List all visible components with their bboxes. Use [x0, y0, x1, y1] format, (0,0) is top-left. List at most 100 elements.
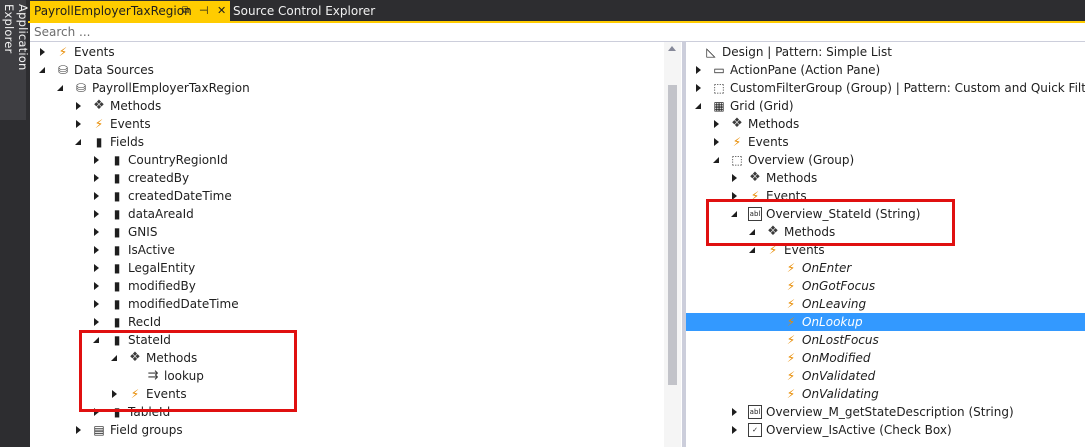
window-position-icon[interactable]: ⧉ [182, 1, 189, 21]
field-icon: ▮ [113, 243, 121, 257]
tree-node-label: IsActive [128, 243, 175, 257]
event-handler-icon: ⚡ [786, 297, 796, 311]
tree-node-label: modifiedBy [128, 279, 196, 293]
expand-arrow-icon[interactable] [92, 313, 102, 331]
events-icon: ⚡ [58, 45, 68, 59]
tab-payroll-employer-tax-region[interactable]: PayrollEmployerTaxRegion ⧉ ⊣ ✕ [30, 1, 230, 21]
tree-node-label: OnValidated [802, 369, 876, 383]
field-icon: ▮ [113, 333, 121, 347]
tree-node-label: ActionPane (Action Pane) [730, 63, 881, 77]
field-icon: ▮ [113, 225, 121, 239]
field-icon: ▮ [113, 189, 121, 203]
tree-node-label: Methods [784, 225, 836, 239]
tree-node-label: createdDateTime [128, 189, 232, 203]
expand-arrow-icon[interactable] [92, 151, 102, 169]
tree-node-label: Events [784, 243, 825, 257]
expand-arrow-icon[interactable] [92, 259, 102, 277]
tree-node-label: GNIS [128, 225, 158, 239]
expand-arrow-icon[interactable] [74, 97, 84, 115]
expand-arrow-icon[interactable] [712, 115, 722, 133]
tree-node-label: OnLeaving [802, 297, 867, 311]
collapse-arrow-icon[interactable] [110, 349, 120, 367]
checkbox-control-icon: ✓ [748, 423, 762, 437]
expand-arrow-icon[interactable] [712, 133, 722, 151]
expand-arrow-icon[interactable] [92, 187, 102, 205]
events-icon: ⚡ [750, 189, 760, 203]
methods-icon: ❖ [129, 350, 141, 365]
events-icon: ⚡ [94, 117, 104, 131]
tree-node-label: Overview (Group) [748, 153, 855, 167]
field-groups-icon: ▤ [93, 423, 105, 437]
right-tree-pane: ◺ Design | Pattern: Simple List ▭ ActionPan… [686, 42, 1085, 447]
tree-node-label: Methods [146, 351, 198, 365]
collapse-arrow-icon[interactable] [730, 205, 740, 223]
methods-icon: ❖ [93, 98, 105, 113]
expand-arrow-icon[interactable] [694, 61, 704, 79]
expand-arrow-icon[interactable] [92, 241, 102, 259]
search-input[interactable]: Search ... [30, 23, 1085, 42]
expand-arrow-icon[interactable] [730, 421, 740, 439]
collapse-arrow-icon[interactable] [56, 79, 66, 97]
document-tab-bar: PayrollEmployerTaxRegion ⧉ ⊣ ✕ Source Co… [28, 0, 1085, 21]
close-icon[interactable]: ✕ [217, 1, 226, 21]
expand-arrow-icon[interactable] [92, 403, 102, 421]
pin-icon[interactable]: ⊣ [199, 1, 209, 21]
collapse-arrow-icon[interactable] [712, 151, 722, 169]
field-icon: ▮ [113, 405, 121, 419]
scroll-up-icon[interactable] [668, 46, 676, 51]
expand-arrow-icon[interactable] [74, 421, 84, 439]
expand-arrow-icon[interactable] [38, 43, 48, 61]
scrollbar-thumb[interactable] [668, 85, 677, 385]
tree-node-label: Events [748, 135, 789, 149]
method-override-icon: ⇉ [147, 368, 159, 383]
tree-node-label: RecId [128, 315, 161, 329]
collapse-arrow-icon[interactable] [38, 61, 48, 79]
field-icon: ▮ [113, 315, 121, 329]
collapse-arrow-icon[interactable] [74, 133, 84, 151]
tab-label: Source Control Explorer [233, 4, 376, 18]
tab-source-control-explorer[interactable]: Source Control Explorer [233, 1, 413, 21]
tree-node-label: Events [74, 45, 115, 59]
expand-arrow-icon[interactable] [92, 277, 102, 295]
tree-node-label: OnGotFocus [802, 279, 876, 293]
actionpane-icon: ▭ [713, 63, 725, 77]
collapse-arrow-icon[interactable] [748, 223, 758, 241]
tree-node-label: Overview_M_getStateDescription (String) [766, 405, 1014, 419]
tree-node-label: lookup [164, 369, 204, 383]
methods-icon: ❖ [749, 170, 761, 185]
expand-arrow-icon[interactable] [730, 169, 740, 187]
application-explorer-tab[interactable]: Application Explorer [0, 0, 30, 120]
group-icon: ⬚ [731, 153, 743, 167]
expand-arrow-icon[interactable] [730, 403, 740, 421]
collapse-arrow-icon[interactable] [92, 331, 102, 349]
tree-node-label: OnEnter [802, 261, 852, 275]
expand-arrow-icon[interactable] [92, 295, 102, 313]
field-icon: ▮ [113, 297, 121, 311]
design-icon: ◺ [706, 45, 716, 59]
tree-node-label: OnModified [802, 351, 871, 365]
application-explorer-sidebar: Application Explorer [0, 0, 30, 447]
tree-node-label: createdBy [128, 171, 190, 185]
tree-node-label: Data Sources [74, 63, 154, 77]
tree-node-label: Methods [766, 171, 818, 185]
vertical-scrollbar[interactable] [664, 42, 681, 447]
tree-node-label: Fields [110, 135, 144, 149]
expand-arrow-icon[interactable] [92, 223, 102, 241]
expand-arrow-icon[interactable] [730, 187, 740, 205]
event-handler-icon: ⚡ [786, 333, 796, 347]
collapse-arrow-icon[interactable] [748, 241, 758, 259]
event-handler-icon: ⚡ [786, 279, 796, 293]
expand-arrow-icon[interactable] [74, 115, 84, 133]
left-tree-pane: ⚡ Events ⛁ Data Sources ⛁ PayrollEmployerTaxR… [30, 42, 682, 447]
expand-arrow-icon[interactable] [92, 169, 102, 187]
methods-icon: ❖ [767, 224, 779, 239]
expand-arrow-icon[interactable] [694, 79, 704, 97]
collapse-arrow-icon[interactable] [694, 97, 704, 115]
tree-node-label: Overview_StateId (String) [766, 207, 921, 221]
database-icon: ⛁ [75, 81, 87, 95]
events-icon: ⚡ [130, 387, 140, 401]
database-icon: ⛁ [57, 63, 69, 77]
tree-node-label: OnLookup [802, 315, 863, 329]
expand-arrow-icon[interactable] [92, 205, 102, 223]
expand-arrow-icon[interactable] [110, 385, 120, 403]
